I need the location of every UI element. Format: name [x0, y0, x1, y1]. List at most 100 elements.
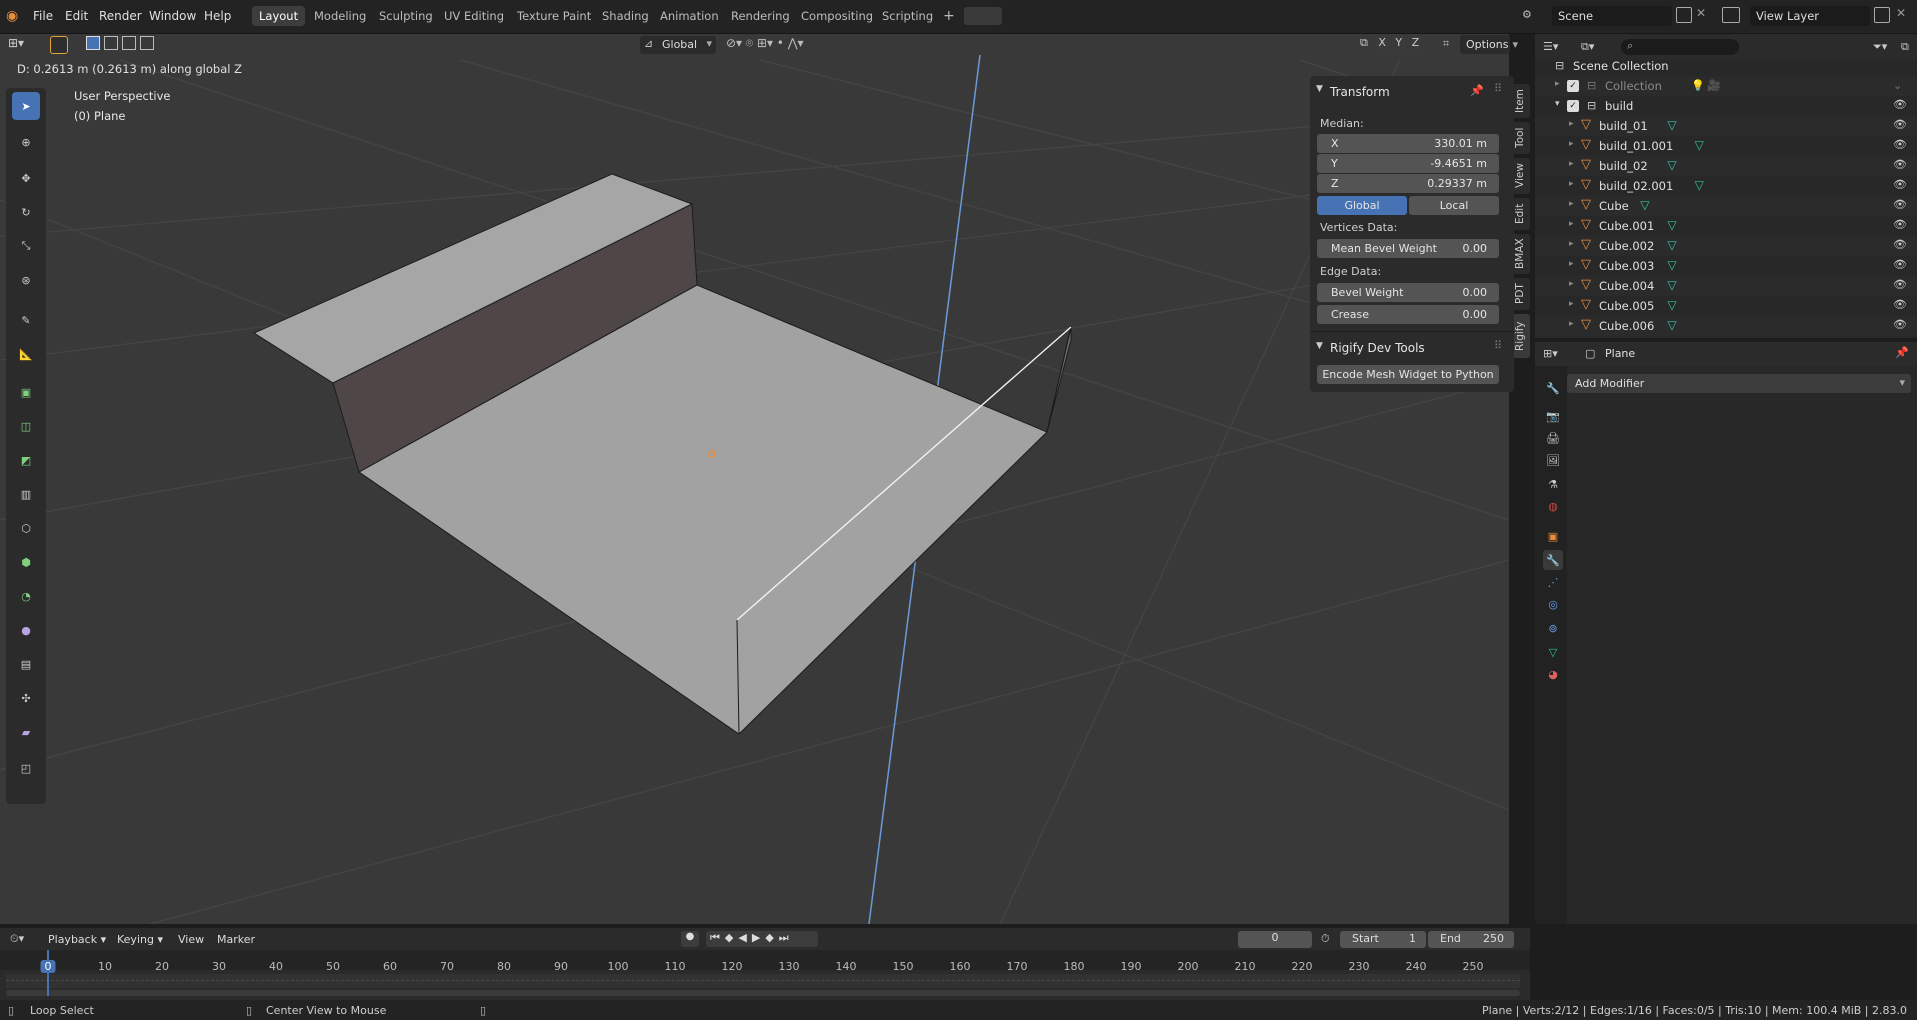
drag-handle-icon[interactable]: ⠿ — [1494, 339, 1502, 352]
scene-properties-icon[interactable]: ⚗ — [1543, 474, 1563, 494]
tab-shading[interactable]: Shading — [595, 6, 656, 26]
eye-icon[interactable]: 👁 — [1893, 158, 1907, 171]
checkbox-icon[interactable]: ✓ — [1567, 80, 1579, 92]
extrude-tool-icon[interactable]: ▣ — [12, 378, 40, 406]
outliner-search-input[interactable]: ⌕ — [1621, 39, 1739, 55]
mirror-axes[interactable]: ⧉ X Y Z — [1360, 35, 1423, 50]
new-collection-icon[interactable]: ⧉ — [1901, 40, 1909, 54]
play-reverse-icon[interactable]: ◀ — [738, 931, 751, 944]
scene-name-field[interactable]: Scene — [1552, 6, 1672, 26]
view-layer-icon[interactable]: 🖼 — [1543, 450, 1563, 470]
expand-arrow-icon[interactable]: ▸ — [1555, 79, 1560, 89]
play-icon[interactable]: ▶ — [752, 931, 765, 944]
outliner-row-object[interactable]: ▸ ▽ Cube.002 ▽ 👁 — [1535, 236, 1917, 256]
mesh-data-icon[interactable]: ▽ — [1667, 158, 1676, 172]
checkbox-icon[interactable]: ✓ — [1567, 100, 1579, 112]
crease-field[interactable]: Crease 0.00 — [1317, 305, 1499, 324]
eye-icon[interactable]: 👁 — [1893, 178, 1907, 191]
stopwatch-icon[interactable]: ⏱ — [1321, 932, 1330, 946]
encode-mesh-widget-button[interactable]: Encode Mesh Widget to Python — [1317, 365, 1499, 384]
pin-icon[interactable]: ⌗ — [1443, 37, 1449, 51]
world-properties-icon[interactable]: ◍ — [1543, 496, 1563, 516]
median-y-field[interactable]: Y -9.4651 m — [1317, 154, 1499, 173]
loop-cut-tool-icon[interactable]: ▥ — [12, 480, 40, 508]
shrink-tool-icon[interactable]: ✣ — [12, 684, 40, 712]
tab-scripting[interactable]: Scripting — [875, 6, 940, 26]
select-box-modes-icon[interactable] — [86, 36, 182, 54]
scale-tool-icon[interactable]: ⤡ — [12, 232, 40, 260]
outliner-row-object[interactable]: ▸ ▽ build_01 ▽ 👁 — [1535, 116, 1917, 136]
transform-tool-icon[interactable]: ⊛ — [12, 266, 40, 294]
expand-arrow-icon[interactable]: ▸ — [1569, 119, 1574, 129]
scene-browse-icon[interactable]: ⚙ — [1522, 8, 1532, 21]
eye-icon[interactable]: 👁 — [1893, 258, 1907, 271]
menu-window[interactable]: Window — [149, 9, 196, 23]
render-properties-icon[interactable]: 📷 — [1543, 406, 1563, 426]
add-modifier-dropdown[interactable]: Add Modifier ▾ — [1567, 374, 1911, 393]
delete-view-layer-icon[interactable]: ✕ — [1896, 6, 1906, 20]
drag-handle-icon[interactable]: ⠿ — [1494, 82, 1502, 95]
tab-rendering[interactable]: Rendering — [724, 6, 797, 26]
view-layer-field[interactable]: View Layer — [1750, 6, 1870, 26]
record-icon[interactable]: ● — [681, 931, 699, 947]
annotate-tool-icon[interactable]: ✎ — [12, 306, 40, 334]
expand-arrow-icon[interactable]: ▸ — [1569, 299, 1574, 309]
modifier-properties-icon[interactable]: 🔧 — [1543, 550, 1563, 570]
tab-layout[interactable]: Layout — [252, 6, 306, 26]
outliner-row-object[interactable]: ▸ ▽ Cube ▽ 👁 — [1535, 196, 1917, 216]
outliner-row-object[interactable]: ▸ ▽ Cube.003 ▽ 👁 — [1535, 256, 1917, 276]
expand-arrow-icon[interactable]: ▸ — [1569, 259, 1574, 269]
mesh-data-icon[interactable]: ▽ — [1667, 218, 1676, 232]
object-properties-icon[interactable]: ▣ — [1543, 526, 1563, 546]
rigify-panel-title[interactable]: Rigify Dev Tools — [1330, 341, 1425, 355]
pin-icon[interactable]: 📌 — [1895, 346, 1909, 359]
mesh-data-icon[interactable]: ▽ — [1667, 258, 1676, 272]
shear-tool-icon[interactable]: ▰ — [12, 718, 40, 746]
playhead[interactable] — [47, 950, 49, 996]
mesh-data-icon[interactable]: ▽ — [1640, 198, 1649, 212]
bevel-tool-icon[interactable]: ◩ — [12, 446, 40, 474]
end-frame-field[interactable]: End 250 — [1428, 931, 1514, 948]
rip-tool-icon[interactable]: ◰ — [12, 754, 40, 782]
outliner-row-object[interactable]: ▸ ▽ Cube.001 ▽ 👁 — [1535, 216, 1917, 236]
mesh-data-icon[interactable]: ▽ — [1543, 642, 1563, 662]
edge-slide-tool-icon[interactable]: ▤ — [12, 650, 40, 678]
expand-arrow-icon[interactable]: ▸ — [1569, 139, 1574, 149]
new-scene-icon[interactable] — [1676, 7, 1692, 23]
outliner-row-object[interactable]: ▸ ▽ build_01.001 ▽ 👁 — [1535, 136, 1917, 156]
tab-animation[interactable]: Animation — [653, 6, 726, 26]
jump-start-icon[interactable]: ⏮ — [710, 931, 725, 944]
bevel-weight-field[interactable]: Bevel Weight 0.00 — [1317, 283, 1499, 302]
display-mode-icon[interactable]: ⧉▾ — [1581, 40, 1594, 54]
tab-compositing[interactable]: Compositing — [794, 6, 880, 26]
outliner-row-object[interactable]: ▸ ▽ Cube.004 ▽ 👁 — [1535, 276, 1917, 296]
local-toggle[interactable]: Local — [1409, 196, 1499, 215]
outliner-row-scene-collection[interactable]: ⊟ Scene Collection — [1535, 56, 1917, 76]
expand-arrow-icon[interactable]: ▸ — [1569, 239, 1574, 249]
menu-help[interactable]: Help — [204, 9, 231, 23]
tab-modeling[interactable]: Modeling — [307, 6, 373, 26]
marker-menu[interactable]: Marker — [217, 933, 255, 946]
jump-end-icon[interactable]: ⏭ — [779, 931, 794, 944]
menu-render[interactable]: Render — [99, 9, 142, 23]
view-layer-browse-icon[interactable] — [1722, 7, 1740, 23]
delete-scene-icon[interactable]: ✕ — [1696, 6, 1706, 20]
rotate-tool-icon[interactable]: ↻ — [12, 198, 40, 226]
playback-menu[interactable]: Playback ▾ — [48, 933, 106, 946]
editor-type-icon[interactable]: ⏲▾ — [10, 932, 24, 946]
measure-tool-icon[interactable]: 📐 — [12, 340, 40, 368]
orientation-dropdown[interactable]: ⊿ Global ▾ — [640, 36, 716, 54]
expand-arrow-icon[interactable]: ▸ — [1569, 279, 1574, 289]
outliner-row-build[interactable]: ▾ ✓ ⊟ build 👁 — [1535, 96, 1917, 116]
smooth-tool-icon[interactable]: ● — [12, 616, 40, 644]
output-properties-icon[interactable]: 🖨 — [1543, 428, 1563, 448]
expand-arrow-icon[interactable]: ▸ — [1569, 179, 1574, 189]
snapping-tools[interactable]: ⊘▾ ⌾ ⊞▾ • ⋀▾ — [726, 36, 856, 54]
mesh-data-icon[interactable]: ▽ — [1667, 278, 1676, 292]
expand-arrow-icon[interactable]: ▸ — [1569, 159, 1574, 169]
3d-viewport[interactable] — [0, 34, 1509, 924]
poly-build-tool-icon[interactable]: ⬢ — [12, 548, 40, 576]
collapse-arrow-icon[interactable]: ▼ — [1316, 84, 1323, 94]
mesh-data-icon[interactable]: ▽ — [1667, 318, 1676, 332]
chevron-down-icon[interactable]: ⌄ — [1893, 79, 1902, 92]
